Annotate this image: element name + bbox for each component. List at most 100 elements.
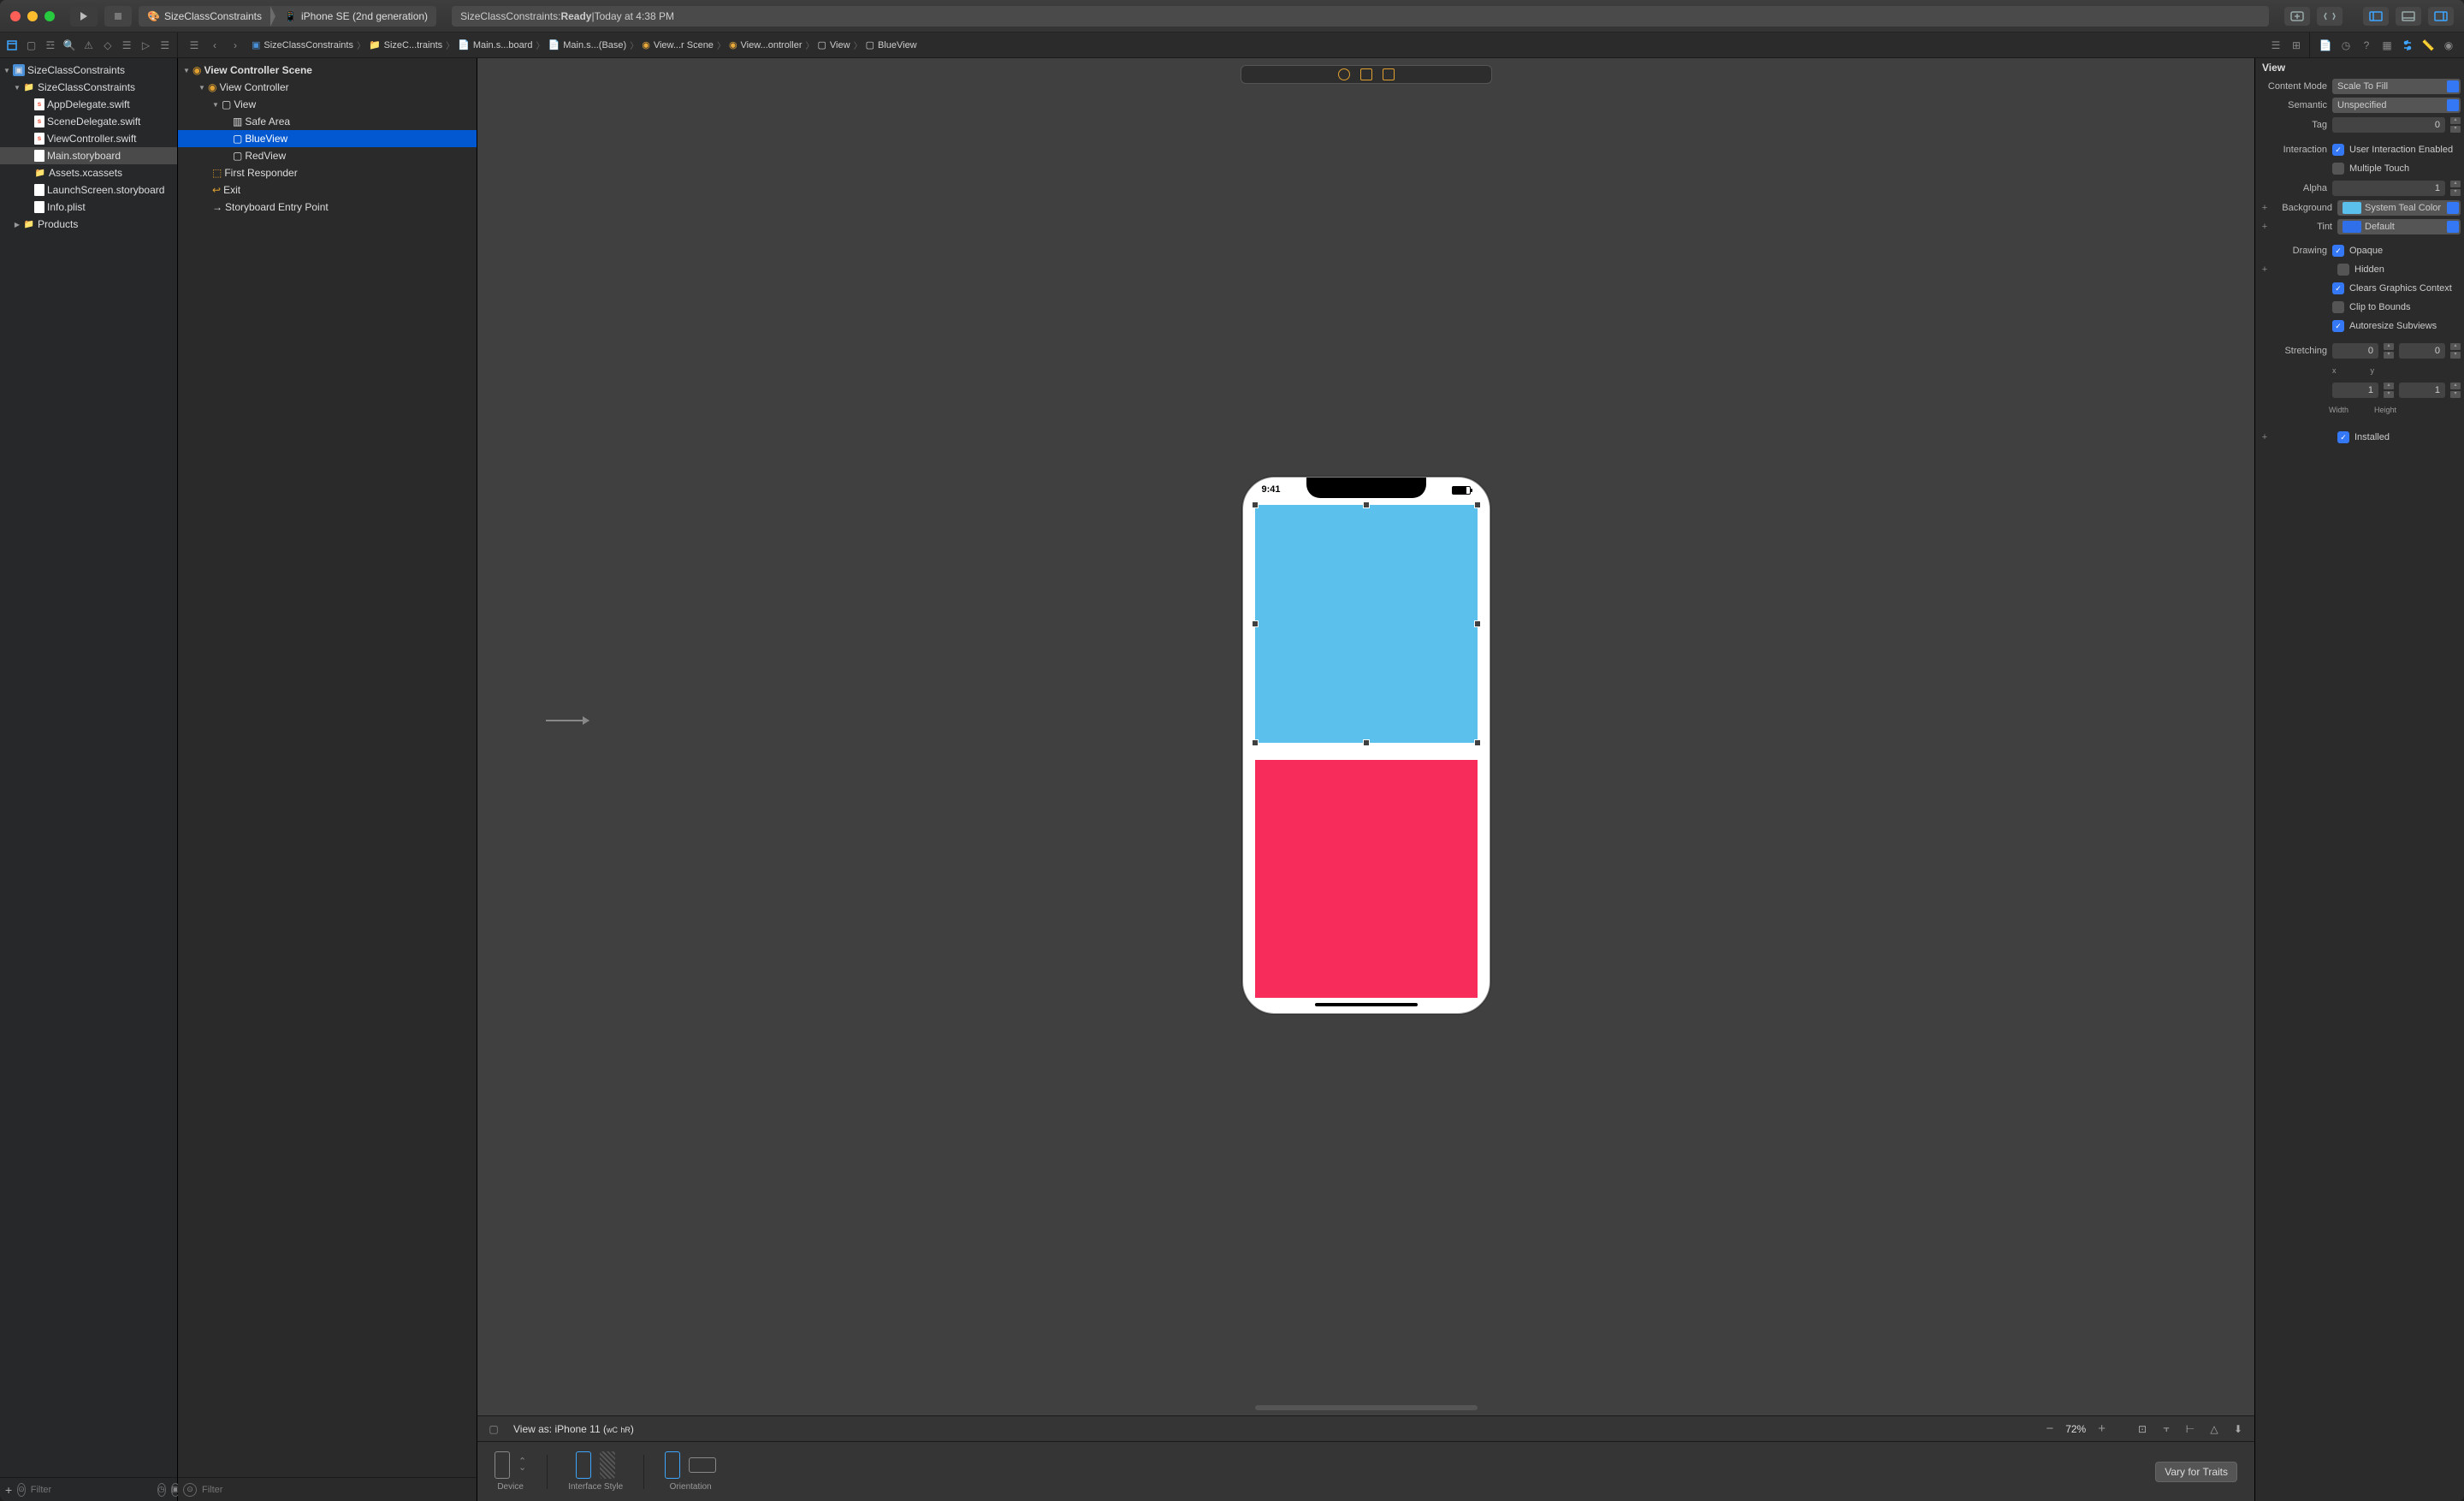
help-inspector-tab[interactable]: ?	[2356, 35, 2377, 56]
filter-icon[interactable]: ⊙	[183, 1483, 197, 1497]
semantic-select[interactable]: Unspecified	[2332, 98, 2461, 113]
debug-navigator-tab[interactable]: ☰	[120, 38, 133, 53]
run-button[interactable]	[70, 6, 98, 27]
add-trait-button[interactable]: +	[2259, 432, 2271, 442]
view-as-label[interactable]: View as: iPhone 11 (wC hR)	[513, 1423, 634, 1435]
embed-button[interactable]: ⊡	[2135, 1422, 2150, 1436]
tag-stepper[interactable]: ▴▾	[2450, 116, 2461, 133]
scheme-selector[interactable]: 🎨 SizeClassConstraints 📱 iPhone SE (2nd …	[139, 6, 436, 27]
toggle-debug-button[interactable]	[2396, 7, 2421, 26]
size-inspector-tab[interactable]: 📏	[2418, 35, 2438, 56]
jumpbar-item[interactable]: ▣SizeClassConstraints	[248, 39, 357, 50]
outline-safe[interactable]: ▥Safe Area	[178, 113, 477, 130]
minimize-window-button[interactable]	[27, 11, 38, 21]
device-stepper[interactable]: ⌃⌄	[518, 1459, 526, 1471]
light-style-button[interactable]	[576, 1451, 591, 1479]
add-trait-button[interactable]: +	[2259, 264, 2271, 275]
scheme-target[interactable]: 🎨 SizeClassConstraints	[139, 6, 270, 27]
autoresize-checkbox[interactable]: ✓	[2332, 320, 2344, 332]
alpha-stepper[interactable]: ▴▾	[2450, 180, 2461, 197]
test-navigator-tab[interactable]: ◇	[101, 38, 115, 53]
stretch-h-stepper[interactable]: ▴▾	[2450, 382, 2461, 399]
tree-row-products[interactable]: ▶📁Products	[0, 216, 177, 233]
toggle-navigator-button[interactable]	[2363, 7, 2389, 26]
tree-row-file[interactable]: sAppDelegate.swift	[0, 96, 177, 113]
forward-button[interactable]: ›	[228, 38, 243, 53]
stretch-y-stepper[interactable]: ▴▾	[2450, 342, 2461, 359]
related-items-button[interactable]: ☰	[187, 38, 202, 53]
tree-row-group[interactable]: ▼📁SizeClassConstraints	[0, 79, 177, 96]
breakpoint-navigator-tab[interactable]: ▷	[139, 38, 152, 53]
opaque-checkbox[interactable]: ✓	[2332, 245, 2344, 257]
hidden-checkbox[interactable]	[2337, 264, 2349, 276]
content-mode-select[interactable]: Scale To Fill	[2332, 79, 2461, 94]
outline-redview[interactable]: ▢RedView	[178, 147, 477, 164]
find-navigator-tab[interactable]: 🔍	[62, 38, 76, 53]
tree-row-file[interactable]: LaunchScreen.storyboard	[0, 181, 177, 199]
symbol-navigator-tab[interactable]: ☲	[44, 38, 57, 53]
project-navigator-tab[interactable]	[5, 38, 19, 53]
add-trait-button[interactable]: +	[2259, 222, 2271, 232]
multitouch-checkbox[interactable]	[2332, 163, 2344, 175]
fullscreen-window-button[interactable]	[44, 11, 55, 21]
file-inspector-tab[interactable]: 📄	[2315, 35, 2336, 56]
jumpbar-item[interactable]: 📁SizeC...traints	[365, 39, 446, 50]
stretch-x-stepper[interactable]: ▴▾	[2384, 342, 2394, 359]
tree-row-file-selected[interactable]: Main.storyboard	[0, 147, 177, 164]
stretch-x-input[interactable]: 0	[2332, 343, 2378, 359]
close-window-button[interactable]	[10, 11, 21, 21]
jumpbar-item[interactable]: ▢View	[814, 39, 854, 50]
library-button[interactable]	[2284, 7, 2310, 26]
filter-icon[interactable]: ⊙	[17, 1483, 26, 1497]
tree-row-file[interactable]: Info.plist	[0, 199, 177, 216]
add-trait-button[interactable]: +	[2259, 203, 2271, 213]
scheme-destination[interactable]: 📱 iPhone SE (2nd generation)	[275, 6, 436, 27]
jumpbar-item[interactable]: ◉View...ontroller	[726, 39, 806, 50]
toggle-review-button[interactable]	[2317, 7, 2343, 26]
embed-in-button[interactable]: ⬇	[2230, 1422, 2246, 1436]
landscape-button[interactable]	[689, 1457, 716, 1473]
jumpbar-item[interactable]: 📄Main.s...(Base)	[545, 39, 631, 50]
alpha-input[interactable]: 1	[2332, 181, 2445, 196]
blue-view[interactable]	[1255, 505, 1478, 743]
outline-first[interactable]: ⬚First Responder	[178, 164, 477, 181]
tree-row-project[interactable]: ▼▣SizeClassConstraints	[0, 62, 177, 79]
recent-filter-button[interactable]: ◷	[157, 1483, 166, 1497]
dark-style-button[interactable]	[600, 1451, 615, 1479]
toggle-outline-button[interactable]: ▢	[486, 1421, 501, 1437]
vary-for-traits-button[interactable]: Vary for Traits	[2155, 1462, 2237, 1482]
portrait-button[interactable]	[665, 1451, 680, 1479]
outline-filter-input[interactable]	[202, 1485, 471, 1495]
stretch-w-input[interactable]: 1	[2332, 383, 2378, 398]
horizontal-scrollbar[interactable]	[1255, 1405, 1478, 1410]
add-button[interactable]: +	[5, 1483, 12, 1497]
clears-checkbox[interactable]: ✓	[2332, 282, 2344, 294]
connections-inspector-tab[interactable]: ◉	[2438, 35, 2459, 56]
device-frame[interactable]: 9:41	[1242, 477, 1490, 1014]
background-select[interactable]: System Teal Color	[2337, 200, 2461, 216]
tree-row-file[interactable]: 📁Assets.xcassets	[0, 164, 177, 181]
adjust-editor-button[interactable]: ☰	[2268, 38, 2283, 53]
red-view[interactable]	[1255, 760, 1478, 998]
stop-button[interactable]	[104, 6, 132, 27]
tree-row-file[interactable]: sViewController.swift	[0, 130, 177, 147]
align-button[interactable]: ⫟	[2159, 1422, 2174, 1436]
outline-exit[interactable]: ↩Exit	[178, 181, 477, 199]
navigator-filter-input[interactable]	[31, 1485, 152, 1495]
zoom-in-button[interactable]: +	[2098, 1421, 2106, 1436]
installed-checkbox[interactable]: ✓	[2337, 431, 2349, 443]
back-button[interactable]: ‹	[207, 38, 222, 53]
stretch-y-input[interactable]: 0	[2399, 343, 2445, 359]
source-control-tab[interactable]: ▢	[24, 38, 38, 53]
add-editor-button[interactable]: ⊞	[2289, 38, 2304, 53]
tree-row-file[interactable]: sSceneDelegate.swift	[0, 113, 177, 130]
identity-inspector-tab[interactable]: ▦	[2377, 35, 2397, 56]
stretch-h-input[interactable]: 1	[2399, 383, 2445, 398]
zoom-out-button[interactable]: −	[2046, 1421, 2053, 1436]
outline-scene[interactable]: ▼◉View Controller Scene	[178, 62, 477, 79]
tint-select[interactable]: Default	[2337, 219, 2461, 234]
device-option[interactable]	[495, 1451, 510, 1479]
outline-vc[interactable]: ▼◉View Controller	[178, 79, 477, 96]
report-navigator-tab[interactable]: ☰	[158, 38, 172, 53]
attributes-inspector-tab[interactable]	[2397, 35, 2418, 56]
